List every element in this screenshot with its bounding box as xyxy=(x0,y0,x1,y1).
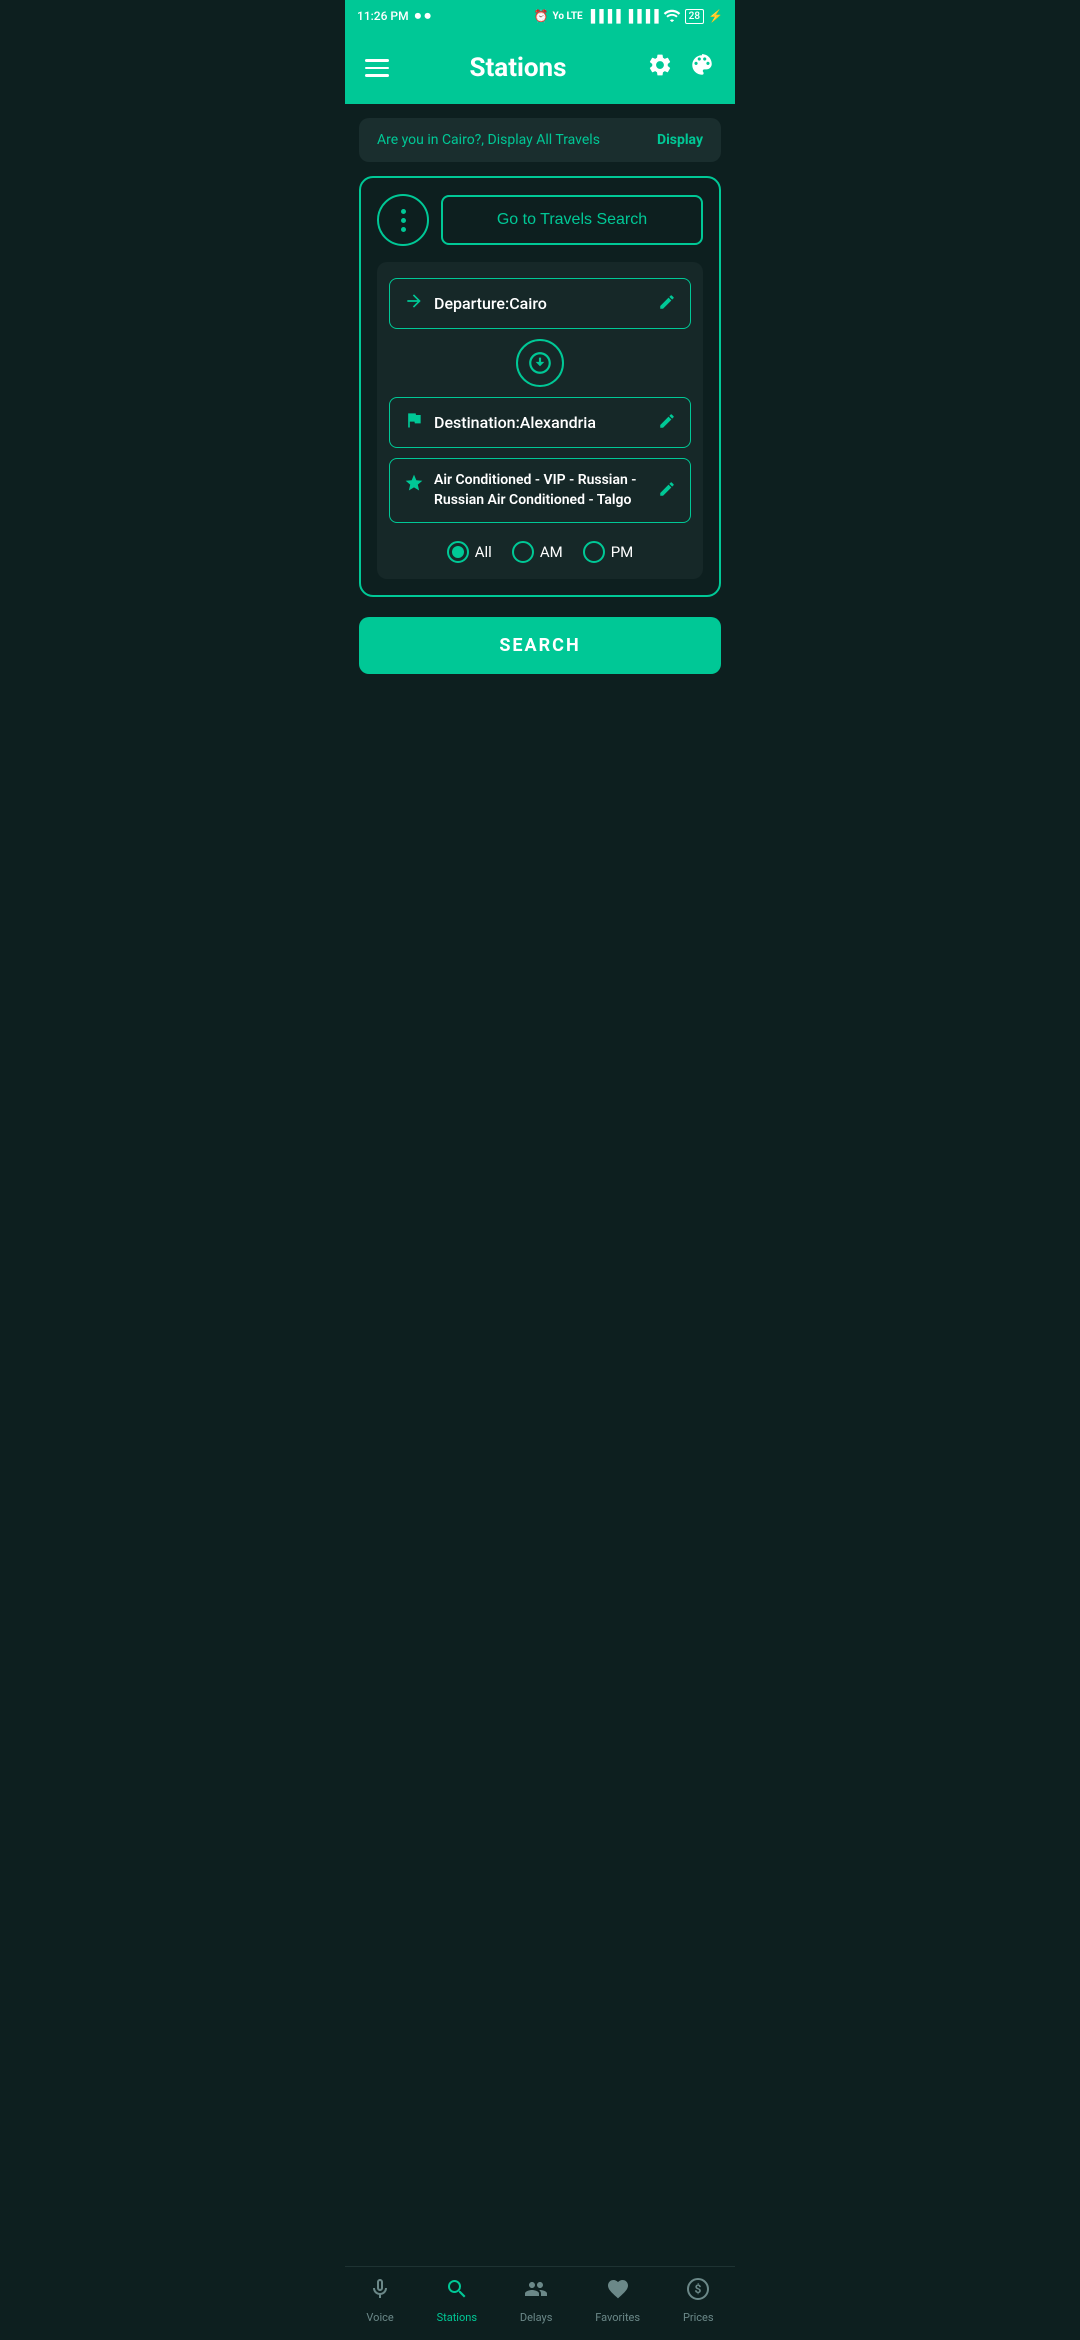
more-options-button[interactable] xyxy=(377,194,429,246)
bus-types-row[interactable]: Air Conditioned - VIP - Russian - Russia… xyxy=(389,458,691,523)
bottom-nav: Voice Stations Delays Favorites $ xyxy=(345,2266,735,2340)
departure-text: Departure:Cairo xyxy=(434,294,547,313)
destination-left: Destination:Alexandria xyxy=(404,410,596,435)
hamburger-line-2 xyxy=(365,67,389,70)
departure-edit-icon[interactable] xyxy=(658,293,676,315)
radio-am-circle xyxy=(512,541,534,563)
hamburger-line-3 xyxy=(365,74,389,77)
main-card: Go to Travels Search Departure:Cairo xyxy=(359,176,721,597)
theme-icon[interactable] xyxy=(689,52,715,84)
radio-all-inner xyxy=(452,546,464,558)
nav-voice[interactable]: Voice xyxy=(366,2277,393,2324)
radio-pm[interactable]: PM xyxy=(583,541,634,563)
destination-text: Destination:Alexandria xyxy=(434,413,596,432)
radio-all-label: All xyxy=(475,543,492,561)
radio-all[interactable]: All xyxy=(447,541,492,563)
battery-icon: 28 xyxy=(685,9,704,24)
destination-row[interactable]: Destination:Alexandria xyxy=(389,397,691,448)
destination-icon xyxy=(404,410,424,435)
search-icon xyxy=(445,2277,469,2307)
nav-prices[interactable]: $ Prices xyxy=(683,2277,714,2324)
charging-icon: ⚡ xyxy=(708,9,723,23)
prices-icon: $ xyxy=(686,2277,710,2307)
header: Stations xyxy=(345,32,735,104)
nav-delays[interactable]: Delays xyxy=(520,2277,553,2324)
signal-icon: ▐▐▐▐ xyxy=(587,9,621,23)
swap-row xyxy=(389,329,691,397)
radio-pm-label: PM xyxy=(611,543,634,561)
form-card: Departure:Cairo xyxy=(377,262,703,579)
location-text: Are you in Cairo?, Display All Travels xyxy=(377,132,600,148)
radio-am[interactable]: AM xyxy=(512,541,563,563)
bus-types-text: Air Conditioned - VIP - Russian - Russia… xyxy=(434,471,658,510)
status-right: ⏰ Yo LTE ▐▐▐▐ ▐▐▐▐ 28 ⚡ xyxy=(534,8,723,25)
nav-delays-label: Delays xyxy=(520,2311,553,2324)
star-icon xyxy=(404,473,424,498)
status-bar: 11:26 PM ⏺ ⏺ ⏰ Yo LTE ▐▐▐▐ ▐▐▐▐ 28 ⚡ xyxy=(345,0,735,32)
settings-icon[interactable] xyxy=(647,52,673,84)
dot-3 xyxy=(401,227,406,232)
svg-text:$: $ xyxy=(695,2282,702,2296)
radio-am-label: AM xyxy=(540,543,563,561)
nav-voice-label: Voice xyxy=(366,2311,393,2324)
departure-icon xyxy=(404,291,424,316)
microphone-icon xyxy=(368,2277,392,2307)
menu-button[interactable] xyxy=(365,59,389,77)
time-filter-row: All AM PM xyxy=(389,541,691,563)
status-time: 11:26 PM xyxy=(357,9,409,23)
travels-search-button[interactable]: Go to Travels Search xyxy=(441,195,703,245)
wifi-icon xyxy=(663,8,681,25)
status-left: 11:26 PM ⏺ ⏺ xyxy=(357,9,431,24)
hamburger-line-1 xyxy=(365,59,389,62)
header-actions xyxy=(647,52,715,84)
departure-left: Departure:Cairo xyxy=(404,291,547,316)
dot-2 xyxy=(401,218,406,223)
display-button[interactable]: Display xyxy=(657,132,703,148)
nav-prices-label: Prices xyxy=(683,2311,714,2324)
delays-icon xyxy=(524,2277,548,2307)
alarm-icon: ⏰ xyxy=(534,9,549,23)
location-banner: Are you in Cairo?, Display All Travels D… xyxy=(359,118,721,162)
lte-icon: Yo LTE xyxy=(553,11,583,22)
radio-pm-circle xyxy=(583,541,605,563)
search-button[interactable]: SEARCH xyxy=(359,617,721,674)
departure-row[interactable]: Departure:Cairo xyxy=(389,278,691,329)
travels-row: Go to Travels Search xyxy=(377,194,703,246)
bus-types-left: Air Conditioned - VIP - Russian - Russia… xyxy=(404,471,658,510)
signal2-icon: ▐▐▐▐ xyxy=(625,9,659,23)
nav-stations[interactable]: Stations xyxy=(437,2277,477,2324)
destination-edit-icon[interactable] xyxy=(658,412,676,434)
content-area: Are you in Cairo?, Display All Travels D… xyxy=(345,118,735,814)
dot-1 xyxy=(401,209,406,214)
page-title: Stations xyxy=(469,53,566,83)
bus-types-edit-icon[interactable] xyxy=(658,480,676,502)
nav-favorites[interactable]: Favorites xyxy=(595,2277,640,2324)
nav-stations-label: Stations xyxy=(437,2311,477,2324)
nav-favorites-label: Favorites xyxy=(595,2311,640,2324)
media-icon: ⏺ ⏺ xyxy=(415,9,431,24)
radio-all-circle xyxy=(447,541,469,563)
swap-button[interactable] xyxy=(516,339,564,387)
three-dots-inner xyxy=(401,209,406,232)
heart-icon xyxy=(606,2277,630,2307)
